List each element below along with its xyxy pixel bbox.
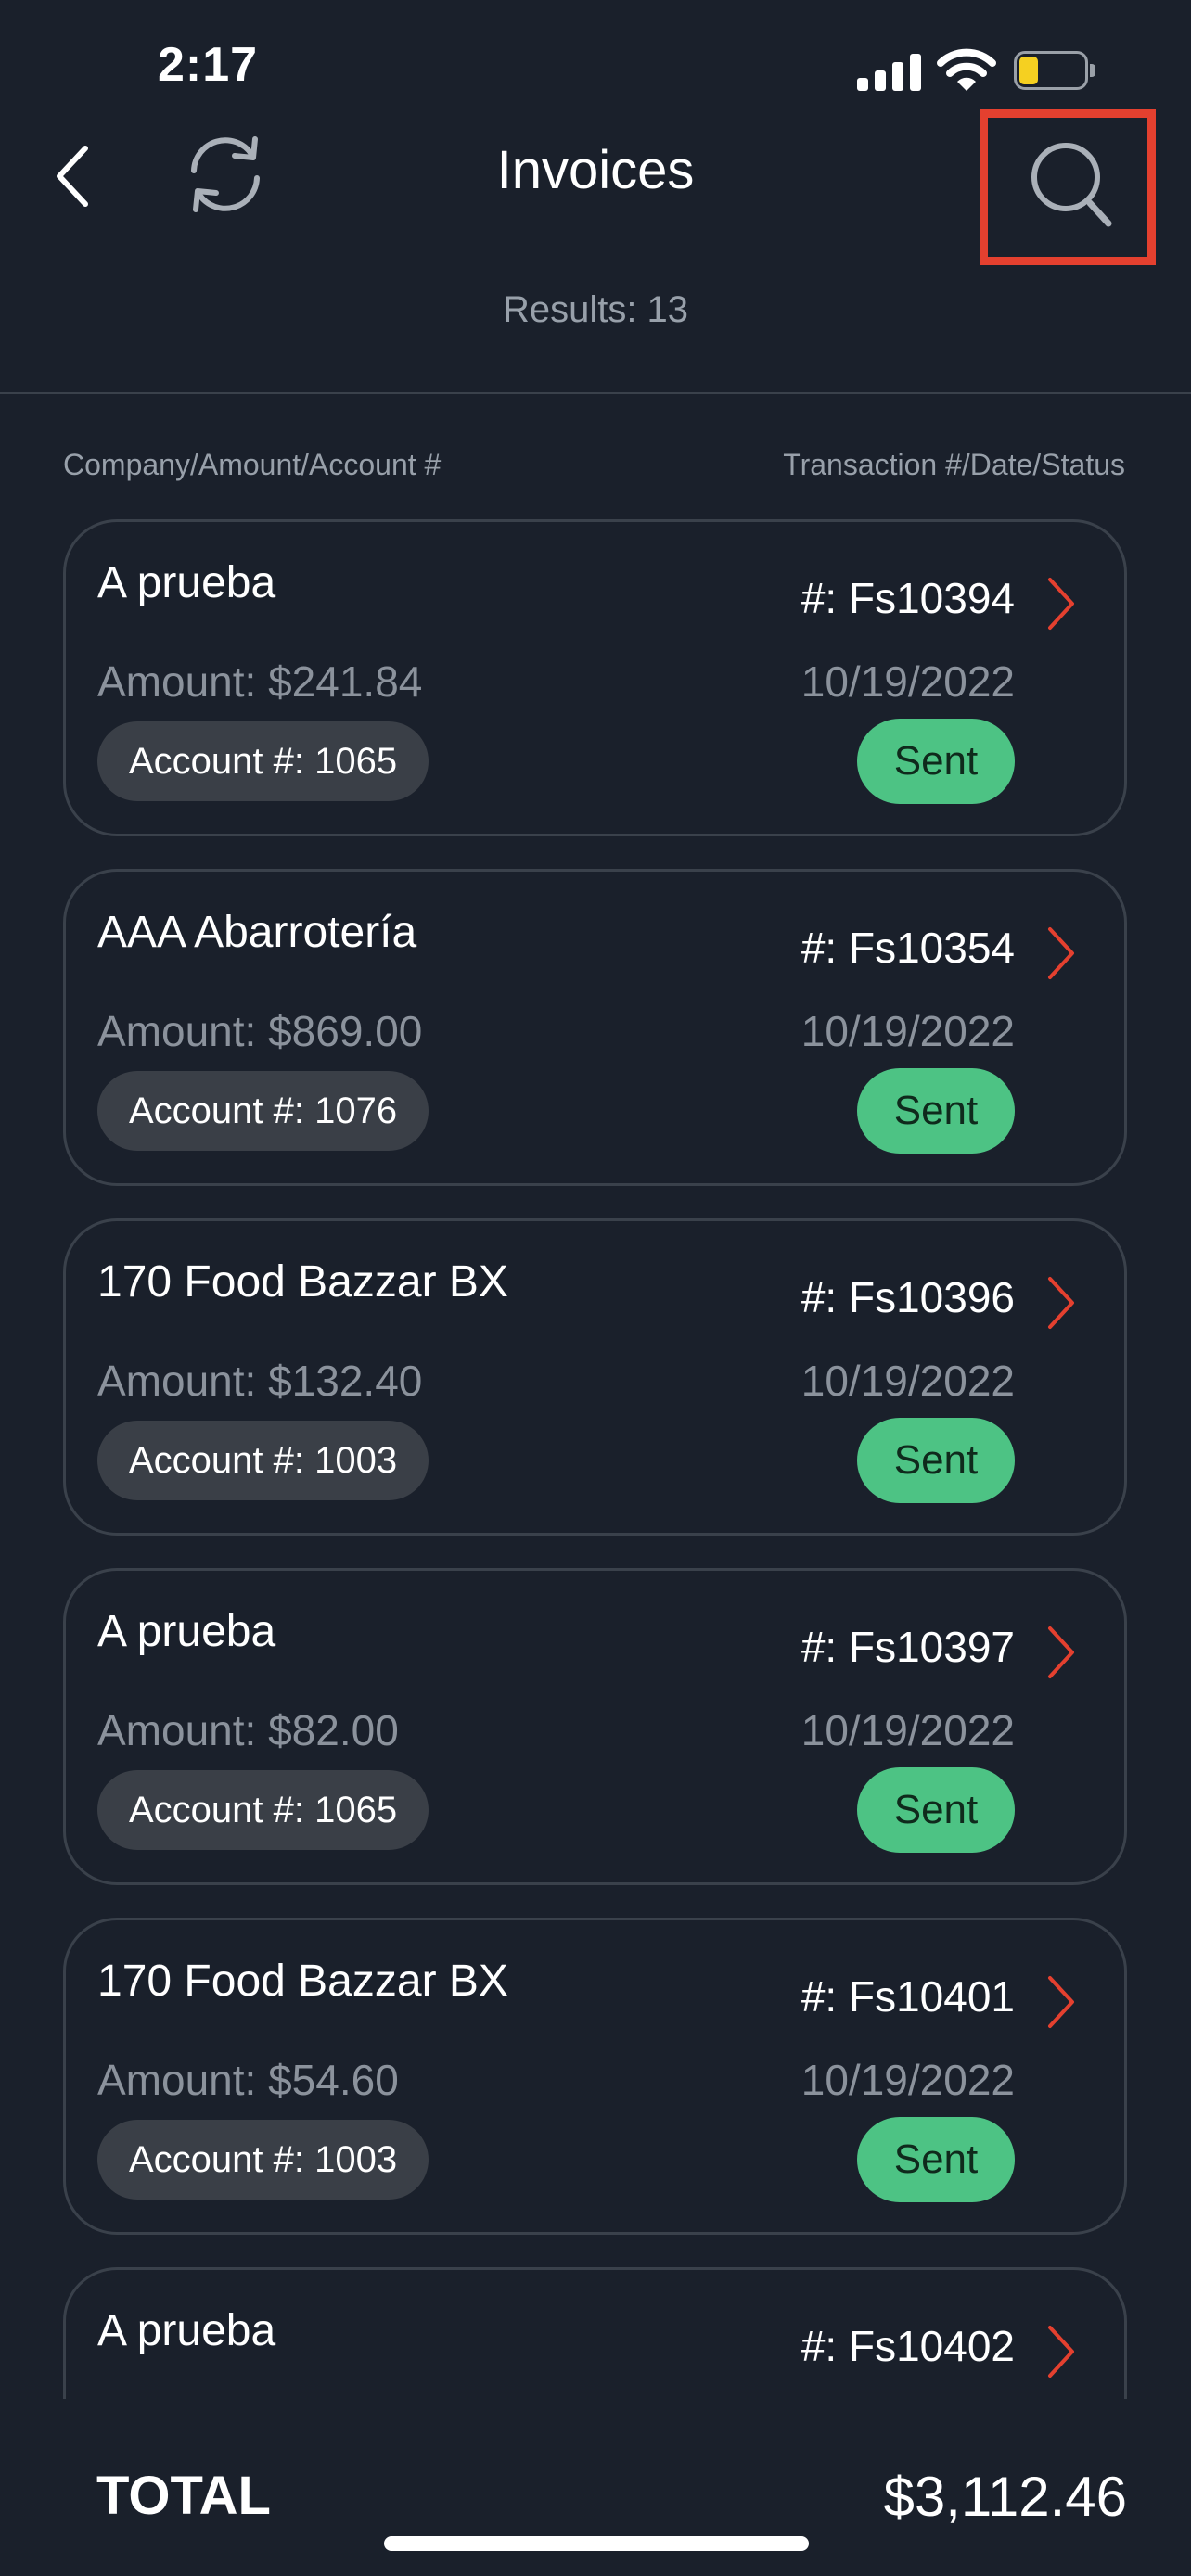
chevron-right-icon	[1048, 927, 1074, 979]
account-badge: Account #: 1065	[97, 1770, 429, 1850]
status-badge: Sent	[857, 719, 1015, 804]
invoice-date: 10/19/2022	[800, 657, 1015, 706]
chevron-right-icon	[1048, 1976, 1074, 2028]
invoice-company: A prueba	[97, 558, 276, 607]
invoice-company: AAA Abarrotería	[97, 908, 417, 957]
status-badge: Sent	[857, 2117, 1015, 2202]
account-badge: Account #: 1003	[97, 1421, 429, 1500]
results-count: Results: 13	[502, 289, 689, 330]
invoice-date: 10/19/2022	[800, 1706, 1015, 1754]
invoice-transaction-number: #: Fs10397	[800, 1623, 1015, 1671]
invoice-card[interactable]: A prueba #: Fs10394 Amount: $241.84 10/1…	[63, 519, 1127, 836]
invoice-card[interactable]: A prueba #: Fs10402	[63, 2267, 1127, 2399]
account-badge: Account #: 1076	[97, 1071, 429, 1151]
invoice-amount: Amount: $82.00	[97, 1706, 399, 1754]
wifi-icon	[937, 48, 996, 91]
invoice-amount: Amount: $869.00	[97, 1007, 423, 1055]
invoice-company: A prueba	[97, 1607, 276, 1656]
invoice-amount: Amount: $132.40	[97, 1357, 423, 1405]
invoice-card[interactable]: 170 Food Bazzar BX #: Fs10396 Amount: $1…	[63, 1218, 1127, 1536]
invoice-transaction-number: #: Fs10401	[800, 1972, 1015, 2021]
invoice-date: 10/19/2022	[800, 1357, 1015, 1405]
invoice-company: 170 Food Bazzar BX	[97, 1257, 508, 1307]
invoice-transaction-number: #: Fs10396	[800, 1273, 1015, 1321]
invoice-amount: Amount: $241.84	[97, 657, 423, 706]
invoice-card[interactable]: 170 Food Bazzar BX #: Fs10401 Amount: $5…	[63, 1918, 1127, 2235]
invoice-date: 10/19/2022	[800, 1007, 1015, 1055]
search-icon	[1031, 143, 1112, 227]
account-badge: Account #: 1065	[97, 721, 429, 801]
invoice-list[interactable]: A prueba #: Fs10394 Amount: $241.84 10/1…	[0, 515, 1191, 2399]
status-badge: Sent	[857, 1418, 1015, 1503]
invoice-transaction-number: #: Fs10402	[800, 2322, 1015, 2370]
total-value: $3,112.46	[883, 2466, 1127, 2528]
status-badge: Sent	[857, 1767, 1015, 1853]
chevron-right-icon	[1048, 2326, 1074, 2378]
column-header-left: Company/Amount/Account #	[63, 448, 442, 481]
total-label: TOTAL	[96, 2466, 271, 2526]
header-divider	[0, 392, 1191, 394]
invoice-card[interactable]: A prueba #: Fs10397 Amount: $82.00 10/19…	[63, 1568, 1127, 1885]
chevron-right-icon	[1048, 1626, 1074, 1678]
invoice-amount: Amount: $54.60	[97, 2056, 399, 2104]
invoice-transaction-number: #: Fs10354	[800, 924, 1015, 972]
chevron-right-icon	[1048, 578, 1074, 630]
invoices-screen: 2:17 Invoices Results: 13 Company/Amount…	[0, 0, 1191, 2576]
invoice-company: 170 Food Bazzar BX	[97, 1957, 508, 2006]
invoice-card[interactable]: AAA Abarrotería #: Fs10354 Amount: $869.…	[63, 869, 1127, 1186]
status-time: 2:17	[158, 38, 259, 92]
cellular-signal-icon	[857, 54, 922, 91]
column-header-right: Transaction #/Date/Status	[783, 448, 1125, 481]
invoice-date: 10/19/2022	[800, 2056, 1015, 2104]
chevron-right-icon	[1048, 1277, 1074, 1329]
status-badge: Sent	[857, 1068, 1015, 1154]
account-badge: Account #: 1003	[97, 2120, 429, 2200]
invoice-company: A prueba	[97, 2306, 276, 2355]
battery-icon	[1014, 51, 1095, 90]
invoice-transaction-number: #: Fs10394	[800, 574, 1015, 622]
search-button[interactable]	[980, 109, 1156, 265]
home-indicator[interactable]	[384, 2536, 809, 2551]
